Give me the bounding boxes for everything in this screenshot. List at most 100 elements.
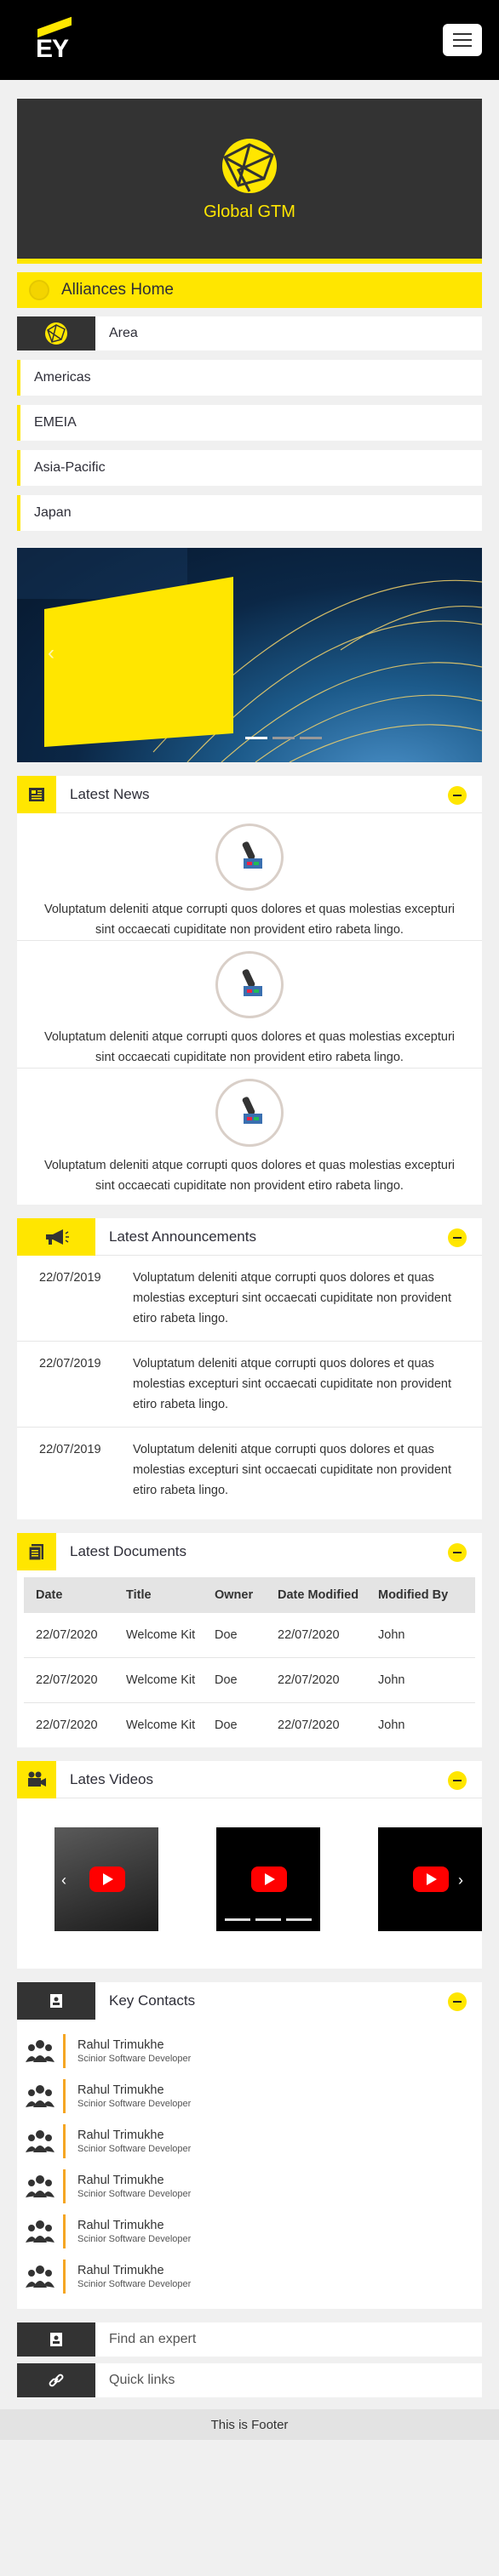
youtube-play-icon[interactable] [413,1866,449,1892]
latest-videos-title: Lates Videos [70,1770,153,1787]
alliances-home-label: Alliances Home [61,281,174,299]
contact-item[interactable]: Rahul Trimukhe Scinior Software Developer [17,2118,482,2163]
contact-name: Rahul Trimukhe [77,2128,164,2142]
alliances-home-link[interactable]: Alliances Home [17,272,482,308]
table-cell: Welcome Kit [114,1613,203,1658]
announcement-date: 22/07/2019 [39,1443,101,1456]
key-contacts-collapse-button[interactable] [448,1992,467,2011]
contact-item[interactable]: Rahul Trimukhe Scinior Software Developer [17,2028,482,2073]
video-carousel[interactable]: ‹ › [17,1798,482,1969]
region-japan[interactable]: Japan [17,495,482,531]
announcement-text: Voluptatum deleniti atque corrupti quos … [133,1443,451,1497]
latest-announcements-collapse-button[interactable] [448,1228,467,1247]
news-item[interactable]: Voluptatum deleniti atque corrupti quos … [17,813,482,941]
table-row[interactable]: 22/07/2020 Welcome Kit Doe 22/07/2020 Jo… [24,1657,475,1703]
documents-icon [17,1533,56,1570]
table-cell: John [378,1718,405,1732]
contact-role: Scinior Software Developer [77,2098,192,2109]
video-thumbnail[interactable] [216,1827,320,1931]
youtube-play-icon[interactable] [89,1866,125,1892]
table-cell: 22/07/2020 [278,1718,340,1732]
table-cell: Doe [203,1657,266,1703]
region-emeia[interactable]: EMEIA [17,405,482,441]
table-cell: Welcome Kit [126,1718,196,1732]
table-cell: Doe [215,1718,238,1732]
video-prev-arrow[interactable]: ‹ [61,1872,66,1889]
contact-item[interactable]: Rahul Trimukhe Scinior Software Developer [17,2208,482,2254]
top-navbar: EY [0,0,499,80]
alliances-icon [29,280,49,300]
contact-item[interactable]: Rahul Trimukhe Scinior Software Developer [17,2163,482,2208]
video-thumbnail[interactable]: ‹ [54,1827,158,1931]
table-cell: 22/07/2020 [266,1613,366,1658]
news-item[interactable]: Voluptatum deleniti atque corrupti quos … [17,941,482,1069]
global-gtm-banner: Global GTM [17,99,482,264]
find-expert-link[interactable]: Find an expert [17,2322,482,2357]
announcement-text: Voluptatum deleniti atque corrupti quos … [133,1357,451,1411]
key-contacts-title: Key Contacts [109,1992,196,2009]
contact-card-icon [17,2322,95,2357]
table-cell: John [366,1613,475,1658]
youtube-play-icon[interactable] [251,1866,287,1892]
contact-item[interactable]: Rahul Trimukhe Scinior Software Developer [17,2073,482,2118]
latest-announcements-card: Latest Announcements 22/07/2019 Voluptat… [17,1217,482,1519]
latest-announcements-header: Latest Announcements [17,1217,482,1256]
latest-news-collapse-button[interactable] [448,786,467,805]
column-header[interactable]: Title [114,1577,203,1613]
column-header[interactable]: Date [24,1577,114,1613]
video-next-arrow[interactable]: › [458,1872,463,1889]
news-item[interactable]: Voluptatum deleniti atque corrupti quos … [17,1069,482,1205]
announcement-item[interactable]: 22/07/2019 Voluptatum deleniti atque cor… [17,1342,482,1428]
contact-item[interactable]: Rahul Trimukhe Scinior Software Developer [17,2254,482,2299]
contact-role: Scinior Software Developer [77,2278,192,2289]
area-globe-icon [17,316,95,350]
news-text: Voluptatum deleniti atque corrupti quos … [43,1159,455,1193]
news-text: Voluptatum deleniti atque corrupti quos … [43,903,455,937]
table-row[interactable]: 22/07/2020 Welcome Kit Doe 22/07/2020 Jo… [24,1703,475,1748]
hamburger-menu-button[interactable] [443,24,482,56]
contact-name: Rahul Trimukhe [77,2218,164,2232]
ey-logo[interactable]: EY [34,14,77,66]
contact-card-icon [17,1982,95,2020]
contact-role: Scinior Software Developer [77,2188,192,2199]
news-thumbnail [215,951,284,1018]
news-thumbnail [215,1079,284,1147]
hero-carousel[interactable]: ‹ [17,548,482,762]
latest-videos-collapse-button[interactable] [448,1771,467,1790]
latest-documents-card: Latest Documents Date Title Owner Date M… [17,1533,482,1747]
contact-name: Rahul Trimukhe [77,2037,164,2052]
people-group-icon [17,2219,63,2244]
announcement-item[interactable]: 22/07/2019 Voluptatum deleniti atque cor… [17,1256,482,1342]
contact-role: Scinior Software Developer [77,2143,192,2154]
announcement-date: 22/07/2019 [39,1271,101,1285]
carousel-prev-arrow[interactable]: ‹ [48,641,54,665]
column-header[interactable]: Modified By [366,1577,475,1613]
table-header-row: Date Title Owner Date Modified Modified … [24,1577,475,1613]
latest-news-card: Latest News Voluptatum deleniti atque co… [17,775,482,1205]
column-header[interactable]: Date Modified [266,1577,366,1613]
logo-text: EY [36,35,69,63]
announcement-item[interactable]: 22/07/2019 Voluptatum deleniti atque cor… [17,1428,482,1519]
latest-announcements-title: Latest Announcements [109,1228,256,1245]
table-row[interactable]: 22/07/2020 Welcome Kit Doe 22/07/2020 Jo… [24,1613,475,1658]
table-cell: 22/07/2020 [24,1657,114,1703]
latest-videos-header: Lates Videos [17,1760,482,1798]
latest-news-title: Latest News [70,785,150,802]
latest-documents-collapse-button[interactable] [448,1543,467,1562]
area-label: Area [109,326,138,340]
quick-links-link[interactable]: Quick links [17,2363,482,2397]
people-group-icon [17,2038,63,2064]
video-thumbnail[interactable]: › [378,1827,482,1931]
region-americas[interactable]: Americas [17,360,482,396]
area-row[interactable]: Area [17,316,482,350]
column-header[interactable]: Owner [203,1577,266,1613]
contact-role: Scinior Software Developer [77,2233,192,2244]
link-icon [17,2363,95,2397]
region-asia-pacific[interactable]: Asia-Pacific [17,450,482,486]
announcement-text: Voluptatum deleniti atque corrupti quos … [133,1271,451,1325]
announcement-date: 22/07/2019 [39,1357,101,1371]
news-thumbnail [215,824,284,891]
latest-news-header: Latest News [17,775,482,813]
contact-role: Scinior Software Developer [77,2053,192,2064]
people-group-icon [17,2129,63,2154]
